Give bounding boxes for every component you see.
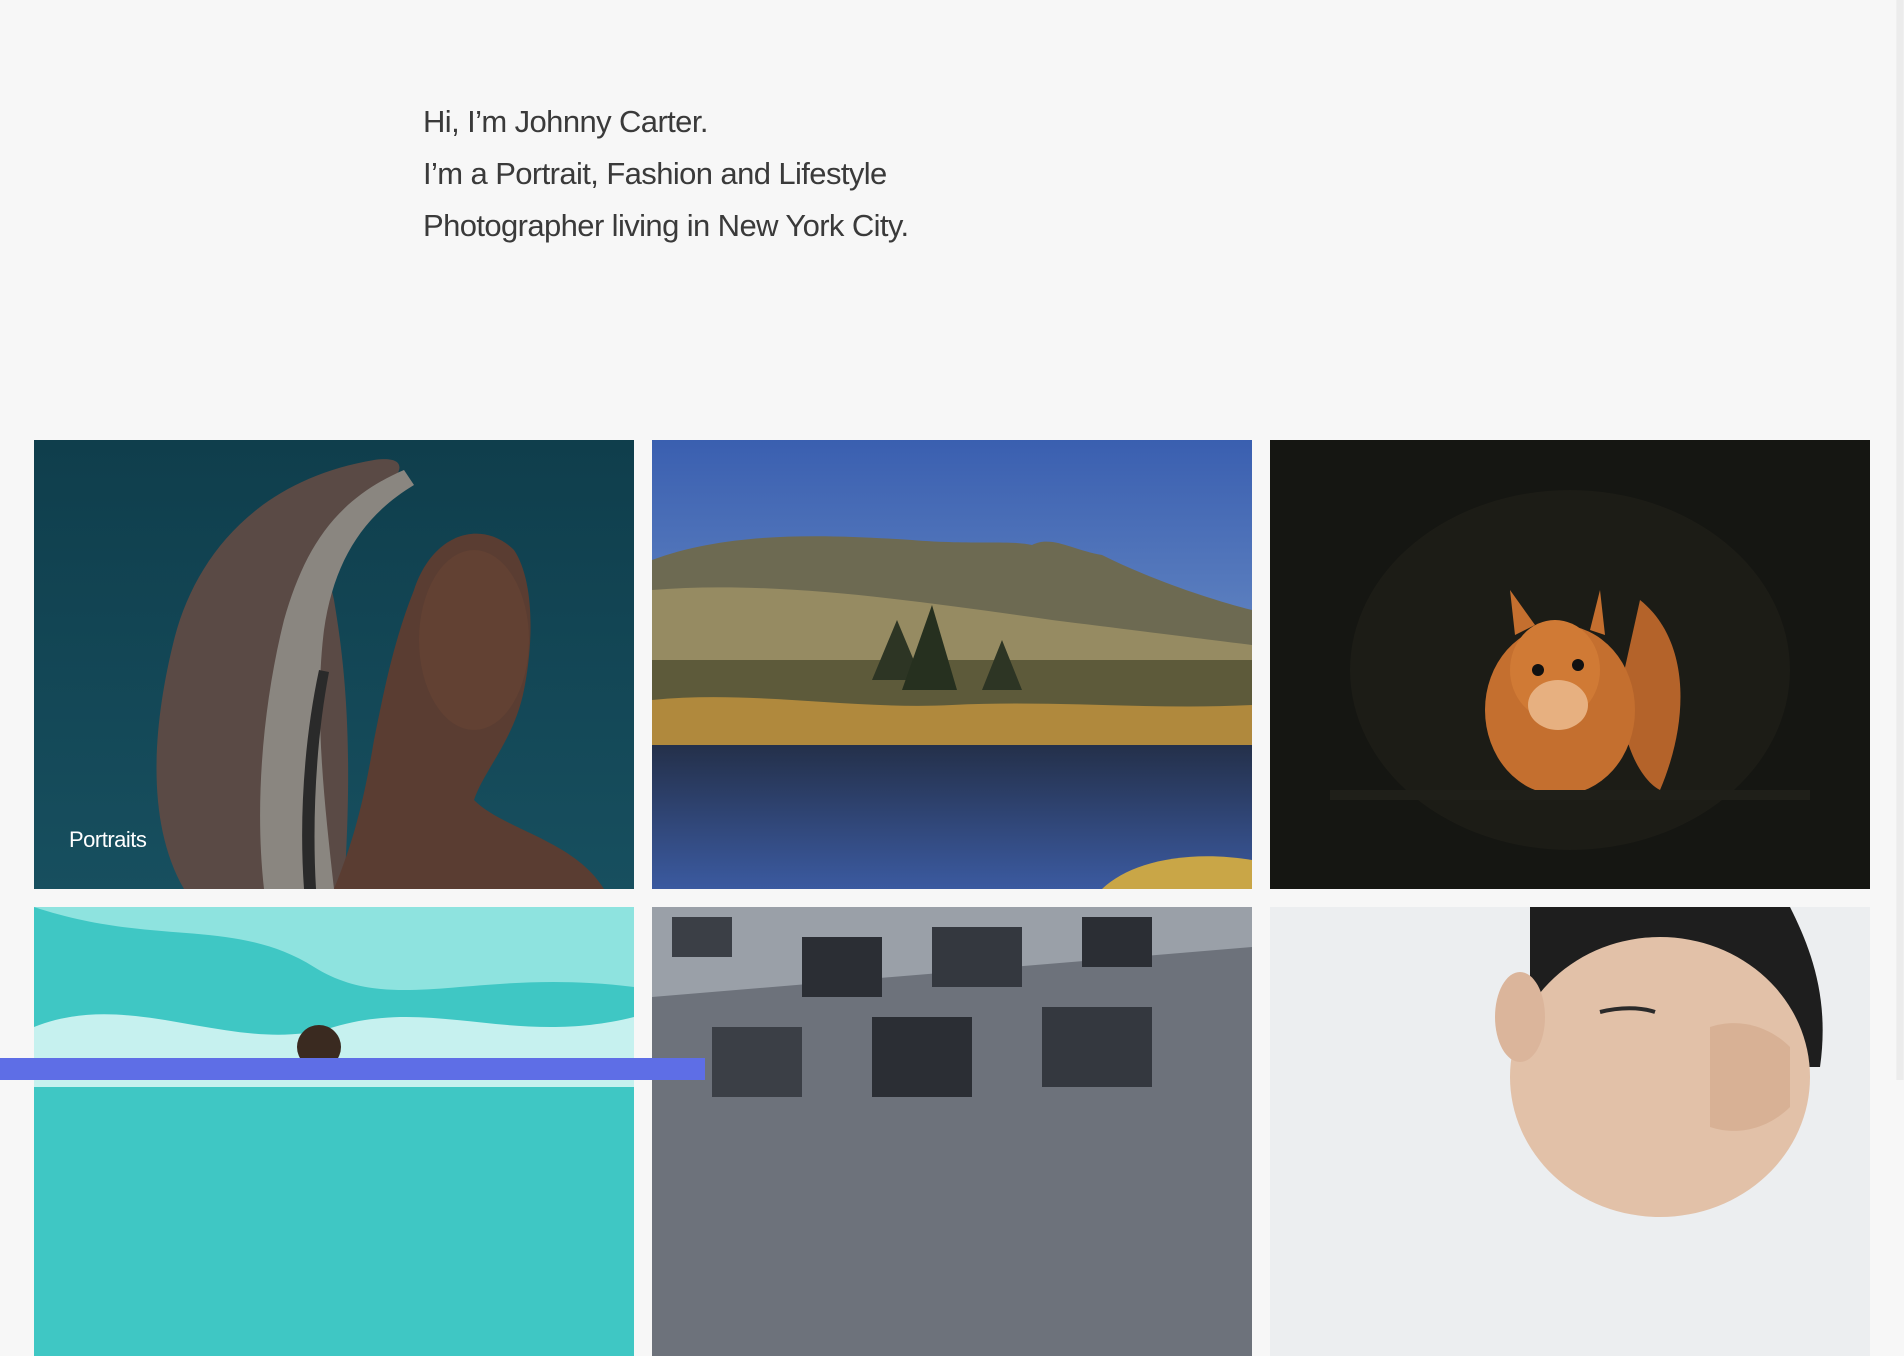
gallery-tile-architecture[interactable] <box>652 907 1252 1356</box>
squirrel-image <box>1270 440 1870 889</box>
intro-text: Hi, I’m Johnny Carter. I’m a Portrait, F… <box>423 96 909 252</box>
portrait-image <box>34 440 634 889</box>
gallery-tile-squirrel[interactable] <box>1270 440 1870 889</box>
landscape-image <box>652 440 1252 889</box>
surfer-image <box>34 907 634 1356</box>
gallery-tile-portraits[interactable]: Portraits <box>34 440 634 889</box>
scrollbar-thumb[interactable] <box>1897 0 1903 1080</box>
gallery-tile-surfer[interactable] <box>34 907 634 1356</box>
intro-line-3: Photographer living in New York City. <box>423 208 909 243</box>
vertical-scrollbar[interactable] <box>1896 0 1904 1080</box>
architecture-image <box>652 907 1252 1356</box>
intro-line-2: I’m a Portrait, Fashion and Lifestyle <box>423 156 887 191</box>
man-portrait-image <box>1270 907 1870 1356</box>
bottom-accent-bar <box>0 1058 705 1080</box>
intro-line-1: Hi, I’m Johnny Carter. <box>423 104 708 139</box>
gallery-tile-landscape[interactable] <box>652 440 1252 889</box>
tile-label-portraits: Portraits <box>69 827 147 852</box>
gallery-tile-man-portrait[interactable] <box>1270 907 1870 1356</box>
